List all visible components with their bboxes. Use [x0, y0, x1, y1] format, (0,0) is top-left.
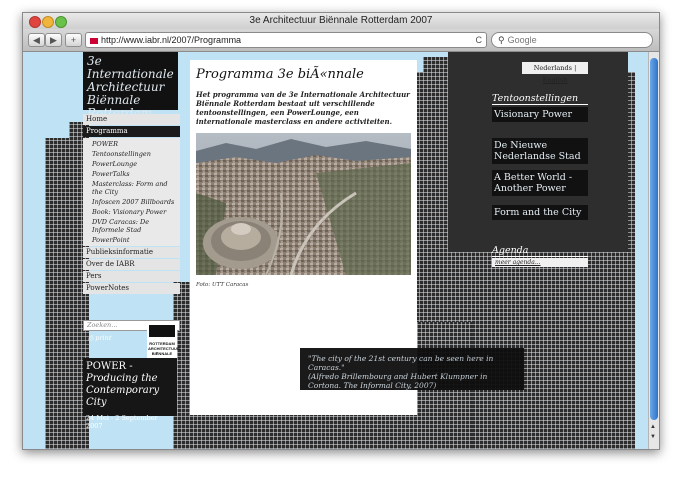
- page-viewport: 3e Internationale Architectuur Biënnale …: [23, 52, 649, 449]
- back-button[interactable]: ◀: [28, 33, 45, 47]
- site-logo[interactable]: 3e Internationale Architectuur Biënnale …: [83, 52, 178, 120]
- exhibition-link-form-and-the-city[interactable]: Form and the City: [492, 205, 588, 220]
- search-icon: ⚲: [498, 35, 505, 45]
- agenda-more-link[interactable]: meer agenda...: [492, 258, 588, 267]
- promo-subtitle: Producing the Contemporary City: [86, 373, 160, 408]
- scroll-up-arrow-icon[interactable]: ▲: [650, 424, 656, 430]
- promo-block[interactable]: POWER - Producing the Contemporary City …: [83, 358, 177, 430]
- scroll-down-arrow-icon[interactable]: ▼: [650, 434, 656, 440]
- subnav-item[interactable]: PowerLounge: [83, 159, 180, 169]
- intro-text: Het programma van de 3e Internationale A…: [196, 90, 410, 126]
- browser-window: 3e Architectuur Biënnale Rotterdam 2007 …: [22, 12, 660, 450]
- print-link[interactable]: ⎙ print: [88, 334, 111, 343]
- lang-en-link[interactable]: English: [543, 76, 568, 84]
- badge-mark: [149, 325, 175, 337]
- caracas-photo: [196, 133, 411, 275]
- city-photo-illustration: [196, 133, 411, 275]
- page-title: Programma 3e biÃ«nnale: [196, 67, 364, 82]
- agenda-heading: Agenda: [492, 245, 588, 257]
- subnav-item[interactable]: DVD Caracas: De Informele Stad: [83, 217, 180, 235]
- subnavigation: POWER Tentoonstellingen PowerLounge Powe…: [83, 138, 180, 246]
- vertical-scrollbar[interactable]: ▲ ▼: [648, 52, 659, 449]
- reload-icon[interactable]: C: [476, 33, 483, 47]
- nav-item-home[interactable]: Home: [83, 114, 180, 125]
- window-title: 3e Architectuur Biënnale Rotterdam 2007: [249, 15, 433, 26]
- quote-text: "The city of the 21st century can be see…: [308, 354, 494, 372]
- subnav-item[interactable]: Infoscen 2007 Billboards: [83, 197, 180, 207]
- nav-item-over-de-iabr[interactable]: Over de IABR: [83, 259, 180, 270]
- print-label: print: [95, 334, 112, 342]
- forward-button[interactable]: ▶: [45, 33, 62, 47]
- subnav-item[interactable]: Masterclass: Form and the City: [83, 179, 180, 197]
- promo-title: POWER -: [86, 361, 133, 372]
- logo-line: 3e Internationale: [87, 54, 174, 81]
- quote-block: "The city of the 21st century can be see…: [300, 348, 524, 390]
- language-switch: Nederlands | English: [522, 62, 588, 84]
- lang-nl-link[interactable]: Nederlands: [534, 64, 572, 72]
- title-bar: 3e Architectuur Biënnale Rotterdam 2007: [23, 13, 659, 30]
- browser-search-field[interactable]: ⚲ Google: [491, 32, 653, 48]
- badge-text: ROTTERDAM ARCHITECTUUR BIËNNALE: [148, 341, 180, 356]
- nav-item-programma[interactable]: Programma: [83, 126, 180, 137]
- exhibition-link-nieuwe-nederlandse-stad[interactable]: De Nieuwe Nederlandse Stad: [492, 138, 588, 164]
- exhibition-link-better-world[interactable]: A Better World - Another Power: [492, 170, 588, 196]
- site-search-placeholder: Zoeken...: [87, 321, 118, 329]
- subnav-item[interactable]: PowerPoint: [83, 235, 180, 245]
- subnav-item[interactable]: POWER: [83, 139, 180, 149]
- url-text: http://www.iabr.nl/2007/Programma: [101, 35, 242, 45]
- promo-date: 24 Mei - 2 September 2007: [86, 414, 158, 430]
- main-navigation: Home Programma POWER Tentoonstellingen P…: [83, 114, 180, 295]
- address-bar[interactable]: http://www.iabr.nl/2007/Programma C: [85, 32, 487, 48]
- favicon-icon: [90, 37, 98, 44]
- nav-item-pers[interactable]: Pers: [83, 271, 180, 282]
- browser-toolbar: ◀ ▶ + http://www.iabr.nl/2007/Programma …: [23, 29, 659, 52]
- photo-caption: Foto: UTT Caracas: [196, 282, 249, 288]
- add-bookmark-button[interactable]: +: [65, 33, 82, 47]
- nav-item-powernotes[interactable]: PowerNotes: [83, 283, 180, 294]
- subnav-item[interactable]: Tentoonstellingen: [83, 149, 180, 159]
- nav-item-publieksinformatie[interactable]: Publieksinformatie: [83, 247, 180, 258]
- scrollbar-thumb[interactable]: [650, 58, 658, 420]
- subnav-item[interactable]: PowerTalks: [83, 169, 180, 179]
- browser-search-placeholder: Google: [507, 35, 537, 45]
- quote-attribution: (Alfredo Brillembourg and Hubert Klumpne…: [308, 372, 488, 390]
- subnav-item[interactable]: Book: Visionary Power: [83, 207, 180, 217]
- exhibitions-heading: Tentoonstellingen: [492, 93, 588, 105]
- exhibition-link-visionary-power[interactable]: Visionary Power: [492, 107, 588, 122]
- lang-separator: |: [574, 64, 577, 72]
- print-icon: ⎙: [88, 334, 94, 342]
